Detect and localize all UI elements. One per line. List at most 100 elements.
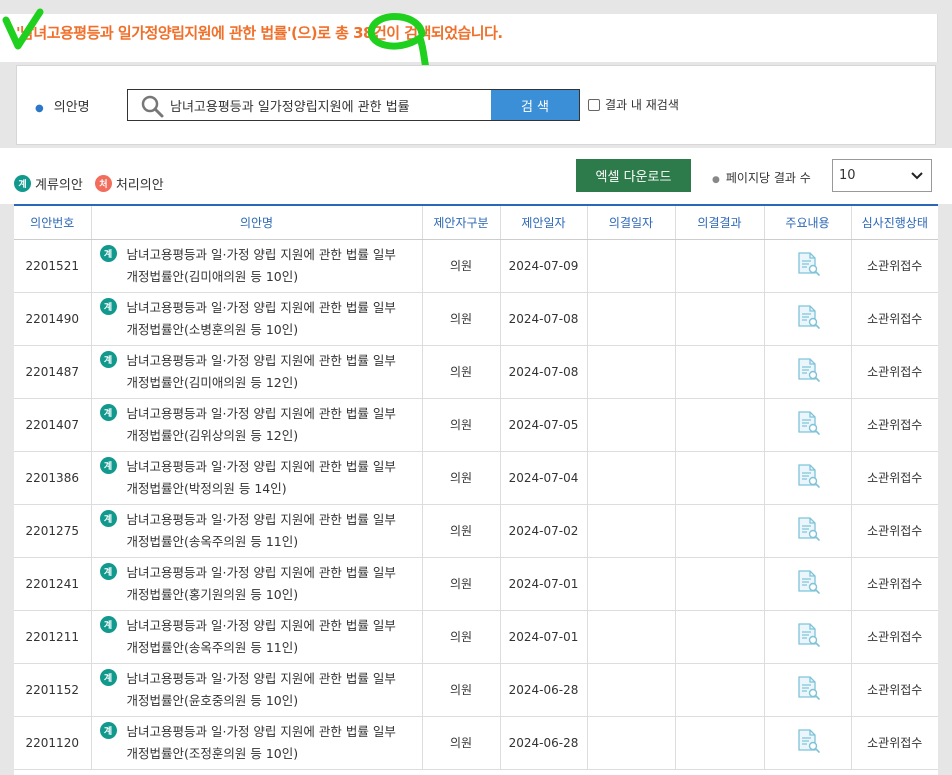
- per-page-label: ● 페이지당 결과 수: [712, 169, 811, 186]
- vote-date: [587, 345, 676, 399]
- bill-title-cell[interactable]: 계 남녀고용평등과 일·가정 양립 지원에 관한 법률 일부 개정법률안(홍기원의…: [91, 557, 423, 611]
- bill-title[interactable]: 계 남녀고용평등과 일·가정 양립 지원에 관한 법률 일부 개정법률안(소병훈의…: [99, 297, 414, 341]
- search-within-checkbox[interactable]: [588, 98, 600, 111]
- bill-title[interactable]: 계 남녀고용평등과 일·가정 양립 지원에 관한 법률 일부 개정법률안(김미애의…: [99, 244, 414, 288]
- document-search-icon[interactable]: [795, 675, 821, 704]
- bill-number: 2201152: [14, 663, 92, 717]
- column-header-review-status[interactable]: 심사진행상태: [851, 204, 938, 240]
- summary-cell[interactable]: [764, 504, 852, 558]
- bill-title[interactable]: 계 남녀고용평등과 일·가정 양립 지원에 관한 법률 일부 개정법률안(윤호중의…: [99, 668, 414, 712]
- vote-result: [675, 292, 765, 346]
- proposer-type: 의원: [422, 557, 501, 611]
- bill-title-cell[interactable]: 계 남녀고용평등과 일·가정 양립 지원에 관한 법률 일부 개정법률안(송옥주의…: [91, 610, 423, 664]
- search-within-label: 결과 내 재검색: [605, 98, 679, 112]
- bill-title[interactable]: 계 남녀고용평등과 일·가정 양립 지원에 관한 법률 일부 개정법률안(송옥주의…: [99, 615, 414, 659]
- bill-title[interactable]: 계 남녀고용평등과 일·가정 양립 지원에 관한 법률 일부 개정법률안(김위상의…: [99, 403, 414, 447]
- document-search-icon[interactable]: [795, 251, 821, 280]
- bill-number: 2201487: [14, 345, 92, 399]
- summary-cell[interactable]: [764, 610, 852, 664]
- excel-download-button[interactable]: 엑셀 다운로드: [576, 159, 691, 192]
- bill-title-link[interactable]: 남녀고용평등과 일·가정 양립 지원에 관한 법률 일부 개정법률안(조정훈의원 …: [127, 721, 396, 765]
- bill-number: 2201211: [14, 610, 92, 664]
- document-search-icon[interactable]: [795, 622, 821, 651]
- bill-title[interactable]: 계 남녀고용평등과 일·가정 양립 지원에 관한 법률 일부 개정법률안(송옥주의…: [99, 509, 414, 553]
- table-row: 2201407 계 남녀고용평등과 일·가정 양립 지원에 관한 법률 일부 개정…: [14, 398, 938, 452]
- document-search-icon[interactable]: [795, 463, 821, 492]
- bill-title[interactable]: 계 남녀고용평등과 일·가정 양립 지원에 관한 법률 일부 개정법률안(조정훈의…: [99, 721, 414, 765]
- bill-title-link[interactable]: 남녀고용평등과 일·가정 양립 지원에 관한 법률 일부 개정법률안(박정의원 등…: [127, 456, 396, 500]
- bill-title-link[interactable]: 남녀고용평등과 일·가정 양립 지원에 관한 법률 일부 개정법률안(김위상의원 …: [127, 403, 396, 447]
- bill-title-link[interactable]: 남녀고용평등과 일·가정 양립 지원에 관한 법률 일부 개정법률안(윤호중의원 …: [127, 668, 396, 712]
- vote-result: [675, 451, 765, 505]
- column-header-summary[interactable]: 주요내용: [764, 204, 852, 240]
- bill-title-cell[interactable]: 계 남녀고용평등과 일·가정 양립 지원에 관한 법률 일부 개정법률안(김위상의…: [91, 398, 423, 452]
- bill-title-line-2: 개정법률안(박정의원 등 14인): [126, 480, 287, 496]
- bill-title-cell[interactable]: 계 남녀고용평등과 일·가정 양립 지원에 관한 법률 일부 개정법률안(윤호중의…: [91, 663, 423, 717]
- bill-number: 2201120: [14, 716, 92, 770]
- summary-cell[interactable]: [764, 398, 852, 452]
- column-header-bill-name[interactable]: 의안명: [91, 204, 423, 240]
- column-header-bill-no[interactable]: 의안번호: [14, 204, 92, 240]
- status-legend: 계 계류의안 처 처리의안: [14, 174, 176, 193]
- summary-cell[interactable]: [764, 716, 852, 770]
- bill-title-link[interactable]: 남녀고용평등과 일·가정 양립 지원에 관한 법률 일부 개정법률안(홍기원의원 …: [127, 562, 396, 606]
- bill-title-link[interactable]: 남녀고용평등과 일·가정 양립 지원에 관한 법률 일부 개정법률안(송옥주의원 …: [127, 615, 396, 659]
- document-search-icon[interactable]: [795, 304, 821, 333]
- bill-title-line-2: 개정법률안(김위상의원 등 12인): [126, 427, 299, 443]
- vote-date: [587, 716, 676, 770]
- legend-done-label: 처리의안: [115, 178, 164, 193]
- bill-title-cell[interactable]: 계 남녀고용평등과 일·가정 양립 지원에 관한 법률 일부 개정법률안(소병훈의…: [91, 292, 423, 346]
- summary-cell[interactable]: [764, 239, 852, 293]
- column-header-vote-date[interactable]: 의결일자: [587, 204, 676, 240]
- document-search-icon[interactable]: [795, 410, 821, 439]
- bill-title-cell[interactable]: 계 남녀고용평등과 일·가정 양립 지원에 관한 법률 일부 개정법률안(조정훈의…: [91, 716, 423, 770]
- document-search-icon[interactable]: [795, 357, 821, 386]
- per-page-select[interactable]: 10: [832, 159, 932, 192]
- document-search-icon[interactable]: [795, 516, 821, 545]
- review-status: 소관위접수: [851, 345, 938, 399]
- pending-badge-icon: 계: [99, 615, 117, 633]
- bill-title[interactable]: 계 남녀고용평등과 일·가정 양립 지원에 관한 법률 일부 개정법률안(박정의원…: [99, 456, 414, 500]
- search-button[interactable]: 검 색: [491, 90, 579, 120]
- table-row: 2201386 계 남녀고용평등과 일·가정 양립 지원에 관한 법률 일부 개정…: [14, 451, 938, 505]
- bill-title-line-2: 개정법률안(홍기원의원 등 10인): [126, 586, 299, 602]
- bill-title-link[interactable]: 남녀고용평등과 일·가정 양립 지원에 관한 법률 일부 개정법률안(김미애의원 …: [127, 350, 396, 394]
- summary-cell[interactable]: [764, 451, 852, 505]
- table-row: 2201275 계 남녀고용평등과 일·가정 양립 지원에 관한 법률 일부 개정…: [14, 504, 938, 558]
- bill-title-cell[interactable]: 계 남녀고용평등과 일·가정 양립 지원에 관한 법률 일부 개정법률안(김미애의…: [91, 239, 423, 293]
- bill-title[interactable]: 계 남녀고용평등과 일·가정 양립 지원에 관한 법률 일부 개정법률안(김미애의…: [99, 350, 414, 394]
- pending-badge-icon: 계: [99, 668, 117, 686]
- bill-title-link[interactable]: 남녀고용평등과 일·가정 양립 지원에 관한 법률 일부 개정법률안(김미애의원 …: [127, 244, 396, 288]
- table-row: 2201241 계 남녀고용평등과 일·가정 양립 지원에 관한 법률 일부 개정…: [14, 557, 938, 611]
- bill-title-cell[interactable]: 계 남녀고용평등과 일·가정 양립 지원에 관한 법률 일부 개정법률안(김미애의…: [91, 345, 423, 399]
- bill-number: 2201241: [14, 557, 92, 611]
- column-header-vote-result[interactable]: 의결결과: [675, 204, 765, 240]
- document-search-icon[interactable]: [795, 728, 821, 757]
- per-page-label-text: 페이지당 결과 수: [725, 171, 811, 185]
- bill-title-line-2: 개정법률안(김미애의원 등 10인): [126, 268, 299, 284]
- review-status: 소관위접수: [851, 504, 938, 558]
- bill-title-line-2: 개정법률안(송옥주의원 등 11인): [126, 533, 299, 549]
- bill-title-line-2: 개정법률안(김미애의원 등 12인): [126, 374, 299, 390]
- summary-cell[interactable]: [764, 557, 852, 611]
- legend-pending: 계 계류의안: [14, 174, 83, 193]
- bill-title-link[interactable]: 남녀고용평등과 일·가정 양립 지원에 관한 법률 일부 개정법률안(송옥주의원 …: [127, 509, 396, 553]
- bill-title-cell[interactable]: 계 남녀고용평등과 일·가정 양립 지원에 관한 법률 일부 개정법률안(박정의원…: [91, 451, 423, 505]
- bill-title-cell[interactable]: 계 남녀고용평등과 일·가정 양립 지원에 관한 법률 일부 개정법률안(송옥주의…: [91, 504, 423, 558]
- summary-cell[interactable]: [764, 292, 852, 346]
- vote-date: [587, 504, 676, 558]
- pending-badge-icon: 계: [99, 456, 117, 474]
- column-header-proposal-date[interactable]: 제안일자: [500, 204, 588, 240]
- summary-cell[interactable]: [764, 663, 852, 717]
- bill-title-line-1: 남녀고용평등과 일·가정 양립 지원에 관한 법률 일부: [126, 617, 396, 633]
- bill-title-link[interactable]: 남녀고용평등과 일·가정 양립 지원에 관한 법률 일부 개정법률안(소병훈의원 …: [127, 297, 396, 341]
- document-search-icon[interactable]: [795, 569, 821, 598]
- search-input[interactable]: [170, 90, 488, 120]
- table-body: 2201521 계 남녀고용평등과 일·가정 양립 지원에 관한 법률 일부 개정…: [14, 239, 938, 770]
- summary-cell[interactable]: [764, 345, 852, 399]
- search-within-results[interactable]: 결과 내 재검색: [588, 96, 679, 113]
- table-row: 2201487 계 남녀고용평등과 일·가정 양립 지원에 관한 법률 일부 개정…: [14, 345, 938, 399]
- column-header-proposer-type[interactable]: 제안자구분: [422, 204, 501, 240]
- search-field-label: ● 의안명: [35, 96, 90, 115]
- bill-title[interactable]: 계 남녀고용평등과 일·가정 양립 지원에 관한 법률 일부 개정법률안(홍기원의…: [99, 562, 414, 606]
